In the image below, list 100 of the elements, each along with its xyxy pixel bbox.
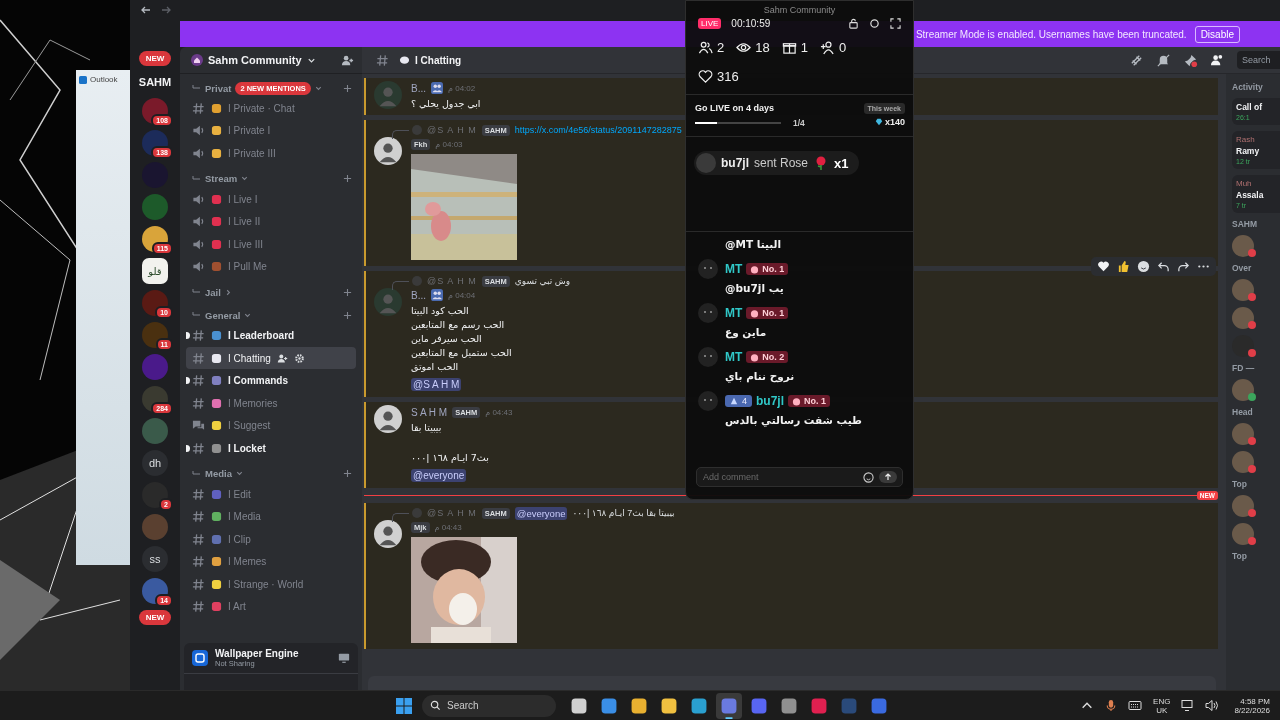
gift-icon xyxy=(781,40,797,55)
forward-icon[interactable] xyxy=(1177,260,1190,273)
author-name[interactable]: S A H M xyxy=(411,406,448,418)
emoji-icon[interactable] xyxy=(863,471,874,483)
channel-item[interactable]: I Live II xyxy=(186,210,356,233)
channel-item[interactable]: I Live III xyxy=(186,232,356,256)
channel-item[interactable]: I Private · Chat xyxy=(186,97,356,120)
hash-icon xyxy=(192,487,205,501)
server-icon[interactable] xyxy=(142,98,168,124)
region-text[interactable]: UK xyxy=(1156,705,1168,715)
avatar[interactable] xyxy=(1232,279,1254,301)
avatar[interactable] xyxy=(1232,495,1254,517)
taskbar-app-icon[interactable] xyxy=(716,692,742,719)
language-text[interactable]: ENG xyxy=(1153,696,1171,706)
channel-item[interactable]: I Strange · World xyxy=(186,573,356,596)
channel-item[interactable]: I Chatting xyxy=(186,346,356,370)
link[interactable]: https://x.com/4e56/status/2091147282875 xyxy=(514,125,682,135)
heart-icon[interactable] xyxy=(1097,260,1110,273)
lock-icon[interactable] xyxy=(848,18,859,29)
members-icon[interactable] xyxy=(1210,52,1225,68)
server-icon[interactable]: ss xyxy=(142,546,168,572)
avatar[interactable] xyxy=(1232,523,1254,545)
add-user-icon[interactable] xyxy=(341,53,354,67)
plus-icon[interactable] xyxy=(343,83,352,93)
server-header[interactable]: Sahm Community xyxy=(180,47,362,74)
rank-text: No. 1 xyxy=(804,396,827,406)
add-user-icon[interactable] xyxy=(276,352,288,364)
message-text: الحب ستميل مع المتابعين xyxy=(411,347,512,358)
channel-item[interactable]: I Leaderboard xyxy=(186,324,356,347)
pin-icon[interactable] xyxy=(1183,52,1198,68)
emoji-icon[interactable] xyxy=(1137,260,1150,273)
category-name[interactable]: Jail xyxy=(205,286,221,298)
user-name[interactable]: MT xyxy=(725,262,743,276)
category-name[interactable]: Stream xyxy=(205,173,238,185)
plus-icon[interactable] xyxy=(343,174,352,184)
volume-icon[interactable] xyxy=(1205,699,1220,712)
muted-bell-icon[interactable] xyxy=(1156,52,1171,68)
clock-date[interactable]: 8/22/2026 xyxy=(1234,705,1270,715)
reply-icon[interactable] xyxy=(1157,260,1170,273)
category-name[interactable]: General xyxy=(205,309,241,321)
screen-share-icon[interactable] xyxy=(338,652,350,664)
chevron-icon xyxy=(730,397,738,405)
mention[interactable]: @everyone xyxy=(514,506,568,520)
server-icon[interactable] xyxy=(142,290,168,316)
channel-item[interactable]: I Pull Me xyxy=(186,255,356,279)
disable-button[interactable]: Disable xyxy=(1194,25,1240,43)
user-name[interactable]: MT xyxy=(725,306,743,320)
plus-icon[interactable] xyxy=(343,469,352,479)
section-header: SAHM xyxy=(1232,219,1259,229)
mention[interactable]: @everyone xyxy=(411,469,467,482)
clock-time[interactable]: 4:58 PM xyxy=(1240,696,1270,706)
channel-item[interactable]: I Art xyxy=(186,595,356,619)
author-name[interactable]: B... xyxy=(411,289,426,301)
app-window[interactable]: Outlook xyxy=(76,70,130,565)
user-name[interactable]: bu7jl xyxy=(756,394,785,408)
channel-item[interactable]: I Live I xyxy=(186,187,356,211)
comment-bar[interactable]: Add comment xyxy=(696,467,903,487)
search-field[interactable]: Search xyxy=(1237,51,1280,69)
fullscreen-icon[interactable] xyxy=(890,18,901,29)
category-name[interactable]: Privat xyxy=(205,82,232,94)
send-icon[interactable] xyxy=(879,471,897,483)
channel-item[interactable]: I Locket xyxy=(186,437,356,460)
mention[interactable]: @S A H M xyxy=(411,378,462,391)
avatar[interactable] xyxy=(1232,307,1254,329)
avatar[interactable] xyxy=(1232,451,1254,473)
rank-text: No. 1 xyxy=(762,264,785,274)
server-label[interactable]: SAHM xyxy=(138,72,172,92)
channel-item[interactable]: I Edit xyxy=(186,482,356,506)
keyboard-icon[interactable] xyxy=(1128,699,1143,712)
category-name[interactable]: Media xyxy=(205,468,232,480)
channel-item[interactable]: I Memories xyxy=(186,391,356,415)
channel-item[interactable]: I Suggest xyxy=(186,414,356,438)
thumbs-up-icon[interactable] xyxy=(1117,260,1130,273)
avatar[interactable] xyxy=(1232,335,1254,357)
comment-field[interactable]: Add comment xyxy=(703,472,858,482)
search-field[interactable]: Search xyxy=(422,694,556,717)
message-input[interactable] xyxy=(368,676,1216,690)
plus-icon[interactable] xyxy=(343,310,352,320)
avatar xyxy=(698,347,718,367)
plus-icon[interactable] xyxy=(343,287,352,297)
channel-item[interactable]: I Commands xyxy=(186,369,356,392)
channel-item[interactable]: I Media xyxy=(186,505,356,528)
server-icon[interactable]: قلو xyxy=(142,258,168,284)
avatar[interactable] xyxy=(1232,235,1254,257)
server-icon[interactable] xyxy=(142,322,168,348)
server-icon[interactable]: dh xyxy=(142,450,168,476)
server-icon[interactable] xyxy=(142,578,168,604)
channel-item[interactable]: I Private III xyxy=(186,142,356,165)
avatar[interactable] xyxy=(1232,423,1254,445)
channel-item[interactable]: I Clip xyxy=(186,527,356,551)
avatar xyxy=(374,81,402,109)
banner-text: Streamer Mode is enabled. Usernames have been truncated. xyxy=(915,28,1187,40)
hash-icon xyxy=(192,600,205,614)
avatar[interactable] xyxy=(1232,379,1254,401)
network-icon[interactable] xyxy=(1181,699,1196,712)
author-name[interactable]: B... xyxy=(411,82,426,94)
start-icon[interactable] xyxy=(396,697,412,714)
user-name[interactable]: MT xyxy=(725,350,743,364)
back-icon[interactable] xyxy=(140,4,152,16)
channel-item[interactable]: I Memes xyxy=(186,550,356,574)
